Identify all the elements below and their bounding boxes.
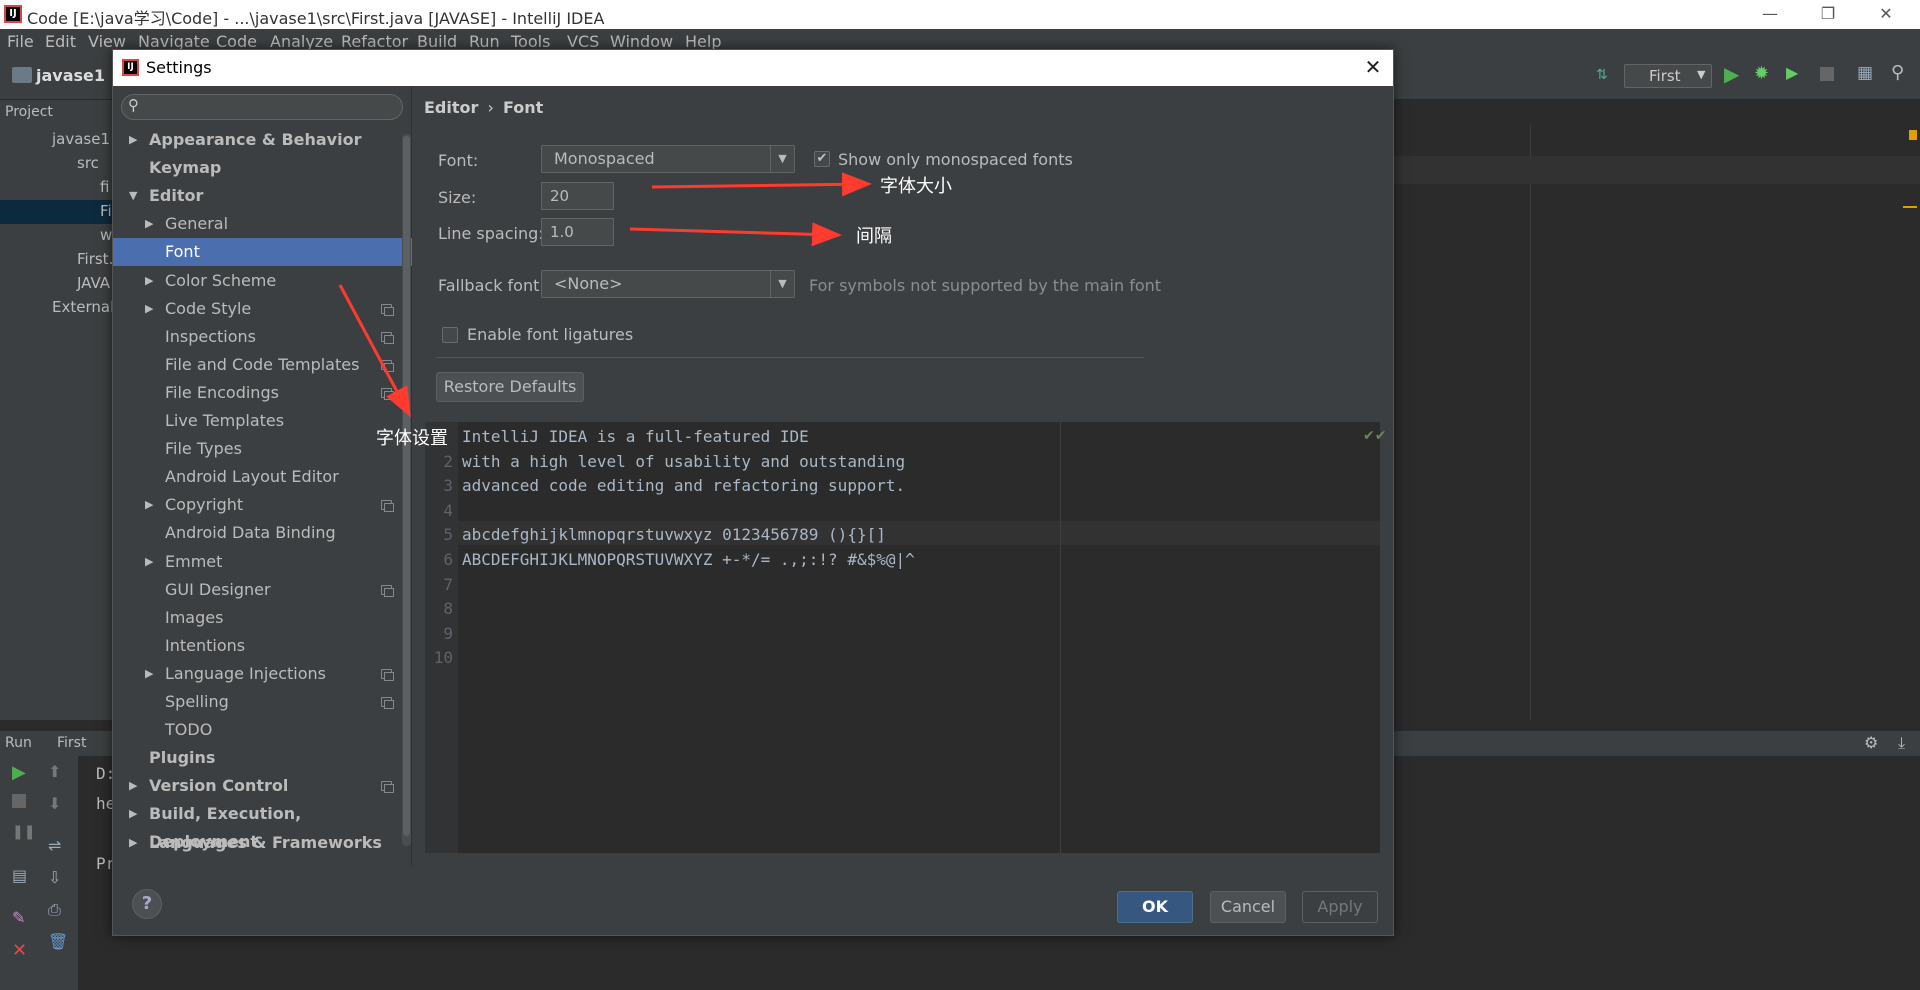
annotation-size: 字体大小 bbox=[880, 176, 952, 197]
arrow-spacing bbox=[629, 222, 842, 247]
annotation-font-setting: 字体设置 bbox=[376, 428, 448, 449]
annotation-arrows bbox=[338, 172, 872, 418]
arrow-size bbox=[651, 172, 872, 197]
annotation-spacing: 间隔 bbox=[856, 226, 892, 247]
arrow-font-setting bbox=[338, 284, 411, 418]
